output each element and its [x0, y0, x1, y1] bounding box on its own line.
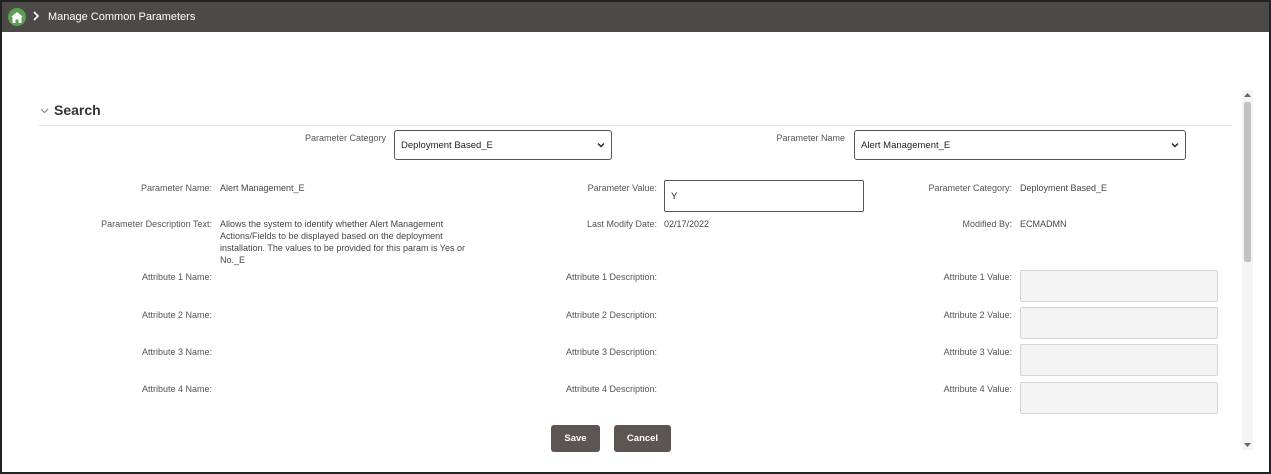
modified-by-value: ECMADMN	[1020, 219, 1067, 229]
parameter-category-select[interactable]: Deployment Based_E	[394, 130, 612, 160]
chevron-down-icon	[597, 143, 605, 148]
last-modify-date-label: Last Modify Date:	[586, 219, 657, 229]
attribute-2-value-label: Attribute 2 Value:	[943, 310, 1012, 320]
attribute-1-value-label: Attribute 1 Value:	[943, 272, 1012, 282]
parameter-value-text: Y	[671, 190, 678, 202]
modified-by-label: Modified By:	[962, 219, 1012, 229]
chevron-down-icon	[40, 108, 49, 113]
attribute-4-value-label: Attribute 4 Value:	[943, 384, 1012, 394]
scrollbar-thumb[interactable]	[1244, 102, 1251, 262]
chevron-down-icon	[1171, 143, 1179, 148]
chevron-right-icon	[33, 9, 40, 25]
detail-parameter-name-value: Alert Management_E	[220, 183, 305, 193]
detail-parameter-category-label: Parameter Category:	[928, 183, 1012, 193]
attribute-2-name-label: Attribute 2 Name:	[141, 310, 212, 320]
attribute-1-description-label: Attribute 1 Description:	[565, 272, 657, 282]
attribute-4-name-label: Attribute 4 Name:	[141, 384, 212, 394]
last-modify-date-value: 02/17/2022	[664, 219, 710, 229]
breadcrumb-current[interactable]: Manage Common Parameters	[48, 10, 195, 24]
attribute-4-description-label: Attribute 4 Description:	[565, 384, 657, 394]
home-icon[interactable]	[8, 8, 26, 26]
attribute-4-value-input[interactable]	[1020, 382, 1218, 414]
description-line: Actions/Fields to be displayed based on …	[220, 231, 443, 241]
main-content: Search Parameter Category Deployment Bas…	[2, 32, 1269, 472]
attribute-3-value-input[interactable]	[1020, 344, 1218, 376]
parameter-category-label: Parameter Category	[304, 133, 386, 143]
detail-parameter-name-label: Parameter Name:	[140, 183, 212, 193]
section-title: Search	[54, 102, 101, 118]
scroll-up-icon[interactable]	[1244, 92, 1251, 98]
vertical-scrollbar[interactable]	[1242, 90, 1253, 450]
parameter-value-label: Parameter Value:	[587, 183, 657, 193]
attribute-3-name-label: Attribute 3 Name:	[141, 347, 212, 357]
detail-parameter-category-value: Deployment Based_E	[1020, 183, 1108, 193]
top-bar: Manage Common Parameters	[2, 2, 1269, 32]
parameter-value-input[interactable]: Y	[664, 180, 864, 212]
description-line: installation. The values to be provided …	[220, 243, 465, 253]
parameter-name-label: Parameter Name	[776, 133, 845, 143]
description-text: Allows the system to identify whether Al…	[220, 218, 490, 266]
attribute-2-value-input[interactable]	[1020, 307, 1218, 339]
divider	[39, 125, 1232, 126]
attribute-1-value-input[interactable]	[1020, 270, 1218, 302]
attribute-3-description-label: Attribute 3 Description:	[565, 347, 657, 357]
description-label: Parameter Description Text:	[101, 219, 212, 229]
attribute-3-value-label: Attribute 3 Value:	[943, 347, 1012, 357]
app-window: Manage Common Parameters Search Paramete…	[0, 0, 1271, 474]
save-button[interactable]: Save	[551, 425, 600, 452]
scroll-down-icon[interactable]	[1244, 442, 1251, 448]
attribute-1-name-label: Attribute 1 Name:	[141, 272, 212, 282]
parameter-category-selected: Deployment Based_E	[401, 139, 493, 151]
cancel-button[interactable]: Cancel	[614, 425, 671, 452]
search-section-toggle[interactable]: Search	[40, 102, 101, 118]
attribute-2-description-label: Attribute 2 Description:	[565, 310, 657, 320]
parameter-name-select[interactable]: Alert Management_E	[854, 130, 1186, 160]
parameter-name-selected: Alert Management_E	[861, 139, 951, 151]
description-line: Allows the system to identify whether Al…	[220, 219, 444, 229]
description-line: No._E	[220, 255, 246, 265]
